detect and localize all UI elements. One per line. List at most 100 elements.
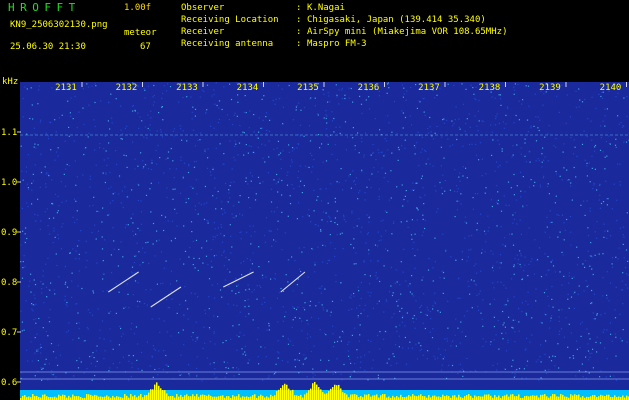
- noise-speck: [37, 103, 39, 105]
- noise-speck: [518, 368, 521, 370]
- noise-speck: [93, 357, 95, 359]
- noise-speck: [578, 106, 580, 108]
- noise-speck: [521, 103, 523, 105]
- noise-speck: [149, 365, 151, 367]
- noise-speck: [406, 90, 408, 92]
- noise-speck: [252, 319, 254, 321]
- noise-speck: [535, 288, 537, 290]
- noise-speck: [511, 233, 513, 235]
- noise-speck: [118, 344, 120, 346]
- activity-bar: [220, 395, 222, 400]
- noise-speck: [371, 173, 373, 175]
- noise-speck: [542, 104, 544, 106]
- noise-speck: [380, 151, 382, 153]
- noise-speck: [22, 179, 24, 181]
- noise-speck: [606, 358, 608, 360]
- noise-speck: [47, 135, 50, 137]
- noise-speck: [116, 163, 118, 166]
- noise-speck: [434, 97, 436, 99]
- noise-speck: [275, 98, 277, 100]
- noise-speck: [496, 261, 498, 263]
- activity-bar: [560, 394, 562, 400]
- noise-speck: [28, 134, 30, 136]
- noise-speck: [149, 188, 151, 190]
- noise-speck: [325, 188, 327, 190]
- noise-speck: [180, 156, 182, 158]
- noise-speck: [351, 308, 353, 310]
- noise-speck: [110, 186, 112, 188]
- noise-speck: [526, 337, 528, 339]
- noise-speck: [186, 96, 188, 98]
- noise-speck: [520, 253, 522, 255]
- noise-speck: [179, 125, 181, 127]
- noise-speck: [167, 151, 170, 153]
- noise-speck: [407, 347, 409, 349]
- noise-speck: [391, 131, 393, 133]
- noise-speck: [353, 238, 355, 240]
- noise-speck: [495, 115, 497, 117]
- noise-speck: [149, 133, 151, 135]
- noise-speck: [297, 170, 300, 172]
- noise-speck: [214, 236, 216, 238]
- noise-speck: [522, 206, 524, 208]
- noise-speck: [495, 161, 498, 163]
- noise-speck: [297, 177, 299, 179]
- noise-speck: [241, 348, 243, 350]
- noise-speck: [264, 161, 266, 163]
- noise-speck: [225, 367, 227, 369]
- noise-speck: [44, 363, 46, 365]
- noise-speck: [147, 114, 149, 116]
- noise-speck: [380, 239, 382, 241]
- noise-speck: [132, 230, 134, 232]
- noise-speck: [465, 335, 467, 337]
- noise-speck: [507, 181, 510, 183]
- noise-speck: [171, 298, 173, 300]
- noise-speck: [525, 300, 527, 302]
- noise-speck: [471, 234, 473, 237]
- noise-speck: [239, 231, 241, 234]
- noise-speck: [245, 289, 247, 291]
- noise-speck: [282, 320, 285, 322]
- noise-speck: [88, 104, 90, 106]
- noise-speck: [139, 264, 141, 266]
- activity-bar: [554, 394, 556, 400]
- noise-speck: [237, 284, 239, 286]
- noise-speck: [229, 197, 231, 199]
- activity-bar: [292, 389, 294, 400]
- noise-speck: [189, 375, 191, 377]
- noise-speck: [508, 204, 510, 206]
- noise-speck: [317, 246, 319, 248]
- activity-bar: [594, 395, 596, 400]
- noise-speck: [413, 189, 415, 191]
- noise-speck: [34, 213, 36, 216]
- noise-speck: [401, 317, 404, 319]
- noise-speck: [609, 282, 612, 284]
- noise-speck: [140, 200, 142, 202]
- noise-speck: [596, 189, 598, 191]
- noise-speck: [126, 125, 128, 127]
- noise-speck: [540, 276, 543, 278]
- noise-speck: [361, 137, 363, 139]
- noise-speck: [300, 109, 302, 111]
- noise-speck: [411, 238, 413, 240]
- noise-speck: [485, 241, 487, 243]
- noise-speck: [401, 145, 403, 147]
- noise-speck: [166, 299, 168, 301]
- noise-speck: [199, 96, 201, 98]
- noise-speck: [458, 176, 460, 178]
- noise-speck: [607, 230, 609, 232]
- noise-speck: [99, 337, 101, 339]
- noise-speck: [357, 132, 359, 134]
- noise-speck: [329, 217, 331, 219]
- noise-speck: [76, 176, 78, 178]
- noise-speck: [339, 233, 341, 235]
- noise-speck: [325, 128, 328, 130]
- noise-speck: [276, 228, 279, 230]
- noise-speck: [392, 292, 394, 294]
- noise-speck: [148, 262, 150, 265]
- noise-speck: [235, 293, 237, 295]
- noise-speck: [132, 105, 135, 107]
- activity-bar: [344, 393, 346, 400]
- noise-speck: [72, 118, 74, 120]
- noise-speck: [411, 347, 413, 349]
